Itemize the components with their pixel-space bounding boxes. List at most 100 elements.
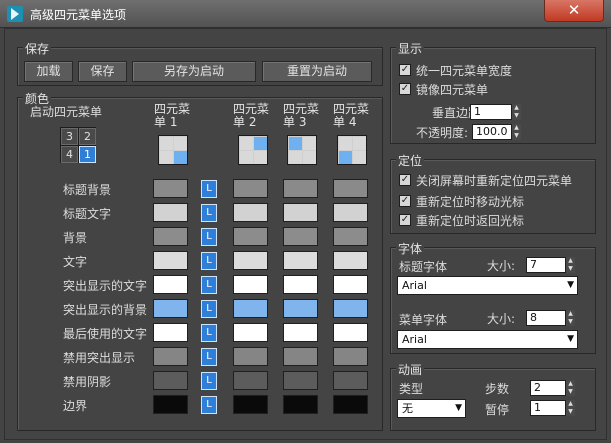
color-swatch-quad-4[interactable] <box>333 203 368 222</box>
start-quad-3[interactable]: 3 <box>61 128 78 145</box>
start-quad-1[interactable]: 1 <box>79 146 96 163</box>
lock-button[interactable]: L <box>201 300 217 318</box>
color-swatch-quad-2[interactable] <box>233 347 268 366</box>
lock-button[interactable]: L <box>201 276 217 294</box>
lock-button[interactable]: L <box>201 348 217 366</box>
quad-3-preview-icon[interactable] <box>287 135 317 165</box>
steps-spinner[interactable]: 2 ▲ ▼ <box>530 380 575 396</box>
save-button[interactable]: 保存 <box>78 61 127 82</box>
spinner-arrows-icon[interactable]: ▲ ▼ <box>566 400 575 416</box>
quad-2-preview-icon[interactable] <box>238 135 268 165</box>
lock-button[interactable]: L <box>201 252 217 270</box>
save-as-startup-button[interactable]: 另存为启动 <box>132 61 256 82</box>
color-swatch-quad-3[interactable] <box>283 347 318 366</box>
menu-size-spinner[interactable]: 8 ▲ ▼ <box>526 310 575 326</box>
color-swatch-quad-2[interactable] <box>233 395 268 414</box>
lock-button[interactable]: L <box>201 372 217 390</box>
mirror-quad-checkbox[interactable]: ✓ <box>399 83 411 95</box>
lock-button[interactable]: L <box>201 228 217 246</box>
vertical-margin-spinner[interactable]: 1 ▲ ▼ <box>470 104 521 120</box>
lock-button[interactable]: L <box>201 204 217 222</box>
color-swatch-quad-4[interactable] <box>333 299 368 318</box>
color-swatch-quad-2[interactable] <box>233 227 268 246</box>
pause-input[interactable]: 1 <box>530 400 566 416</box>
reposition-offscreen-checkbox[interactable]: ✓ <box>399 174 411 186</box>
spinner-arrows-icon[interactable]: ▲ ▼ <box>566 257 575 273</box>
lock-button[interactable]: L <box>201 180 217 198</box>
color-swatch-quad-4[interactable] <box>333 371 368 390</box>
close-button[interactable]: ✕ <box>544 0 604 22</box>
color-swatch-quad-3[interactable] <box>283 299 318 318</box>
move-cursor-checkbox[interactable]: ✓ <box>399 195 411 207</box>
color-swatch-quad-4[interactable] <box>333 179 368 198</box>
color-swatch-quad-2[interactable] <box>233 203 268 222</box>
mirror-quad-label: 镜像四元菜单 <box>416 83 489 97</box>
color-swatch-quad-1[interactable] <box>153 251 188 270</box>
vertical-margin-input[interactable]: 1 <box>470 104 512 120</box>
color-swatch-quad-2[interactable] <box>233 251 268 270</box>
reset-to-startup-button[interactable]: 重置为启动 <box>262 61 372 82</box>
chevron-down-icon[interactable]: ▼ <box>567 277 574 294</box>
start-quad-2[interactable]: 2 <box>79 128 96 145</box>
opacity-input[interactable]: 100.0 <box>472 124 512 140</box>
color-swatch-quad-3[interactable] <box>283 371 318 390</box>
color-swatch-quad-1[interactable] <box>153 323 188 342</box>
steps-input[interactable]: 2 <box>530 380 566 396</box>
quad-1-preview-icon[interactable] <box>158 135 188 165</box>
title-size-spinner[interactable]: 7 ▲ ▼ <box>526 257 575 273</box>
menu-size-input[interactable]: 8 <box>526 310 566 326</box>
color-swatch-quad-1[interactable] <box>153 179 188 198</box>
move-cursor-label: 重新定位时移动光标 <box>416 195 525 209</box>
quad-4-preview-icon[interactable] <box>337 135 367 165</box>
color-swatch-quad-4[interactable] <box>333 323 368 342</box>
menu-font-dropdown[interactable]: Arial ▼ <box>397 330 578 349</box>
pause-spinner[interactable]: 1 ▲ ▼ <box>530 400 575 416</box>
chevron-down-icon[interactable]: ▼ <box>567 331 574 348</box>
color-swatch-quad-3[interactable] <box>283 251 318 270</box>
lock-button[interactable]: L <box>201 396 217 414</box>
title-size-input[interactable]: 7 <box>526 257 566 273</box>
color-swatch-quad-4[interactable] <box>333 395 368 414</box>
color-swatch-quad-3[interactable] <box>283 203 318 222</box>
spinner-arrows-icon[interactable]: ▲ ▼ <box>566 310 575 326</box>
load-button[interactable]: 加载 <box>24 61 73 82</box>
color-swatch-quad-4[interactable] <box>333 347 368 366</box>
color-swatch-quad-2[interactable] <box>233 323 268 342</box>
checkmark-icon: ✓ <box>400 174 410 185</box>
quad-2-header: 四元菜 单 2 <box>233 103 277 129</box>
color-swatch-quad-1[interactable] <box>153 371 188 390</box>
spinner-arrows-icon[interactable]: ▲ ▼ <box>566 380 575 396</box>
color-swatch-quad-2[interactable] <box>233 299 268 318</box>
color-swatch-quad-4[interactable] <box>333 227 368 246</box>
color-swatch-quad-3[interactable] <box>283 179 318 198</box>
color-row-label: 最后使用的文字 <box>63 327 148 341</box>
color-swatch-quad-1[interactable] <box>153 203 188 222</box>
color-swatch-quad-3[interactable] <box>283 275 318 294</box>
color-swatch-quad-4[interactable] <box>333 251 368 270</box>
color-swatch-quad-3[interactable] <box>283 395 318 414</box>
color-swatch-quad-1[interactable] <box>153 227 188 246</box>
color-swatch-quad-1[interactable] <box>153 299 188 318</box>
animation-type-dropdown[interactable]: 无 ▼ <box>397 399 466 418</box>
title-font-dropdown[interactable]: Arial ▼ <box>397 276 578 295</box>
quad-1-header-line2: 单 1 <box>154 115 178 129</box>
chevron-down-icon[interactable]: ▼ <box>455 400 462 417</box>
quad-4-header-line2: 单 4 <box>333 115 357 129</box>
color-swatch-quad-3[interactable] <box>283 227 318 246</box>
color-swatch-quad-4[interactable] <box>333 275 368 294</box>
lock-button[interactable]: L <box>201 324 217 342</box>
spinner-arrows-icon[interactable]: ▲ ▼ <box>512 104 521 120</box>
color-swatch-quad-2[interactable] <box>233 275 268 294</box>
quad-3-header: 四元菜 单 3 <box>283 103 327 129</box>
spinner-arrows-icon[interactable]: ▲ ▼ <box>512 124 521 140</box>
color-swatch-quad-1[interactable] <box>153 395 188 414</box>
opacity-spinner[interactable]: 100.0 ▲ ▼ <box>472 124 521 140</box>
unify-width-checkbox[interactable]: ✓ <box>399 64 411 76</box>
color-swatch-quad-2[interactable] <box>233 371 268 390</box>
color-swatch-quad-1[interactable] <box>153 347 188 366</box>
color-swatch-quad-3[interactable] <box>283 323 318 342</box>
color-swatch-quad-2[interactable] <box>233 179 268 198</box>
start-quad-4[interactable]: 4 <box>61 146 78 163</box>
color-swatch-quad-1[interactable] <box>153 275 188 294</box>
return-cursor-checkbox[interactable]: ✓ <box>399 214 411 226</box>
